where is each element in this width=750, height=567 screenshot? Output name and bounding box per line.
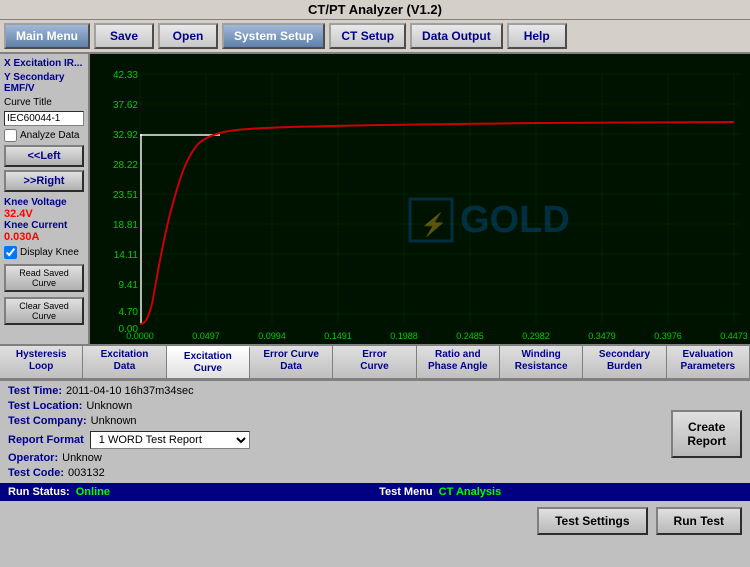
test-time-row: Test Time: 2011-04-10 16h37m34sec	[8, 385, 667, 397]
info-right: Report Format 1 WORD Test Report Operato…	[8, 431, 667, 479]
create-report-button[interactable]: CreateReport	[671, 410, 742, 458]
y-axis-label: Y Secondary EMF/V	[4, 72, 84, 94]
tab-winding-resistance[interactable]: WindingResistance	[500, 346, 583, 378]
report-format-select[interactable]: 1 WORD Test Report	[90, 431, 250, 449]
left-button[interactable]: <<Left	[4, 145, 84, 167]
ct-setup-button[interactable]: CT Setup	[329, 23, 406, 49]
clear-saved-curve-button[interactable]: Clear Saved Curve	[4, 297, 84, 325]
data-output-button[interactable]: Data Output	[410, 23, 503, 49]
svg-text:18.81: 18.81	[113, 220, 138, 231]
operator-label: Operator:	[8, 452, 58, 464]
report-format-label: Report Format	[8, 434, 84, 446]
test-code-label: Test Code:	[8, 467, 64, 479]
curve-title-input[interactable]	[4, 111, 84, 126]
analyze-data-row: Analyze Data	[4, 129, 84, 142]
run-test-button[interactable]: Run Test	[656, 507, 742, 535]
test-settings-button[interactable]: Test Settings	[537, 507, 647, 535]
tab-error-curve[interactable]: ErrorCurve	[333, 346, 416, 378]
test-code-value: 003132	[68, 467, 105, 479]
knee-current-value: 0.030A	[4, 231, 84, 243]
svg-text:42.33: 42.33	[113, 70, 138, 81]
save-button[interactable]: Save	[94, 23, 154, 49]
svg-text:14.11: 14.11	[114, 250, 139, 261]
create-report-container: CreateReport	[671, 385, 742, 479]
analyze-data-checkbox[interactable]	[4, 129, 17, 142]
info-section: Test Time: 2011-04-10 16h37m34sec Test L…	[0, 380, 750, 483]
test-company-row: Test Company: Unknown	[8, 415, 667, 427]
test-time-label: Test Time:	[8, 385, 62, 397]
test-code-row: Test Code: 003132	[8, 467, 667, 479]
open-button[interactable]: Open	[158, 23, 218, 49]
display-knee-checkbox[interactable]	[4, 246, 17, 259]
chart-area: 42.33 37.62 32.92 28.22 23.51 18.81 14.1…	[90, 54, 750, 344]
svg-text:0.0000: 0.0000	[126, 331, 154, 341]
analyze-data-label: Analyze Data	[20, 130, 79, 141]
right-button[interactable]: >>Right	[4, 170, 84, 192]
svg-text:⚡: ⚡	[420, 212, 447, 238]
operator-row: Operator: Unknow	[8, 452, 667, 464]
knee-current-label: Knee Current	[4, 220, 84, 231]
status-bar: Run Status: Online Test Menu CT Analysis	[0, 483, 750, 501]
tab-excitation-curve[interactable]: ExcitationCurve	[167, 346, 250, 378]
svg-text:0.1491: 0.1491	[324, 331, 352, 341]
tab-ratio-phase-angle[interactable]: Ratio andPhase Angle	[417, 346, 500, 378]
knee-voltage-label: Knee Voltage	[4, 197, 84, 208]
tab-hysteresis-loop[interactable]: HysteresisLoop	[0, 346, 83, 378]
curve-title-label: Curve Title	[4, 97, 84, 108]
svg-text:23.51: 23.51	[113, 190, 138, 201]
operator-value: Unknow	[62, 452, 102, 464]
display-knee-row: Display Knee	[4, 246, 84, 259]
test-location-row: Test Location: Unknown	[8, 400, 667, 412]
main-content: X Excitation IR... Y Secondary EMF/V Cur…	[0, 54, 750, 344]
svg-text:0.3976: 0.3976	[654, 331, 682, 341]
svg-text:37.62: 37.62	[113, 100, 138, 111]
svg-text:9.41: 9.41	[119, 280, 139, 291]
read-saved-curve-button[interactable]: Read Saved Curve	[4, 264, 84, 292]
test-time-value: 2011-04-10 16h37m34sec	[66, 385, 194, 397]
svg-text:0.4473: 0.4473	[720, 331, 748, 341]
knee-section: Knee Voltage 32.4V Knee Current 0.030A	[4, 197, 84, 243]
app-title: CT/PT Analyzer (V1.2)	[308, 2, 442, 17]
run-status-label: Run Status:	[8, 486, 70, 498]
info-left: Test Time: 2011-04-10 16h37m34sec Test L…	[8, 385, 667, 427]
report-format-row: Report Format 1 WORD Test Report	[8, 431, 667, 449]
bottom-bar: Test Settings Run Test	[0, 501, 750, 541]
svg-text:4.70: 4.70	[119, 307, 139, 318]
test-menu-label: Test Menu	[379, 486, 433, 498]
test-company-value: Unknown	[91, 415, 137, 427]
svg-text:0.1988: 0.1988	[390, 331, 418, 341]
system-setup-button[interactable]: System Setup	[222, 23, 325, 49]
test-company-label: Test Company:	[8, 415, 87, 427]
run-status-value: Online	[76, 486, 379, 498]
tab-error-curve-data[interactable]: Error CurveData	[250, 346, 333, 378]
svg-text:0.2982: 0.2982	[522, 331, 550, 341]
test-location-label: Test Location:	[8, 400, 82, 412]
x-axis-label: X Excitation IR...	[4, 58, 84, 69]
display-knee-label: Display Knee	[20, 247, 79, 258]
left-panel: X Excitation IR... Y Secondary EMF/V Cur…	[0, 54, 90, 344]
svg-text:0.3479: 0.3479	[588, 331, 616, 341]
svg-text:28.22: 28.22	[113, 160, 138, 171]
test-location-value: Unknown	[86, 400, 132, 412]
svg-text:32.92: 32.92	[113, 130, 138, 141]
main-menu-button[interactable]: Main Menu	[4, 23, 90, 49]
tab-excitation-data[interactable]: ExcitationData	[83, 346, 166, 378]
tab-secondary-burden[interactable]: SecondaryBurden	[583, 346, 666, 378]
toolbar: Main Menu Save Open System Setup CT Setu…	[0, 20, 750, 54]
tab-evaluation-parameters[interactable]: EvaluationParameters	[667, 346, 750, 378]
test-menu-value: CT Analysis	[439, 486, 742, 498]
svg-text:0.0497: 0.0497	[192, 331, 220, 341]
help-button[interactable]: Help	[507, 23, 567, 49]
svg-text:0.0994: 0.0994	[258, 331, 286, 341]
title-bar: CT/PT Analyzer (V1.2)	[0, 0, 750, 20]
svg-text:GOLD: GOLD	[460, 199, 570, 241]
svg-text:0.2485: 0.2485	[456, 331, 484, 341]
knee-voltage-value: 32.4V	[4, 208, 84, 220]
tab-bar: HysteresisLoop ExcitationData Excitation…	[0, 344, 750, 380]
